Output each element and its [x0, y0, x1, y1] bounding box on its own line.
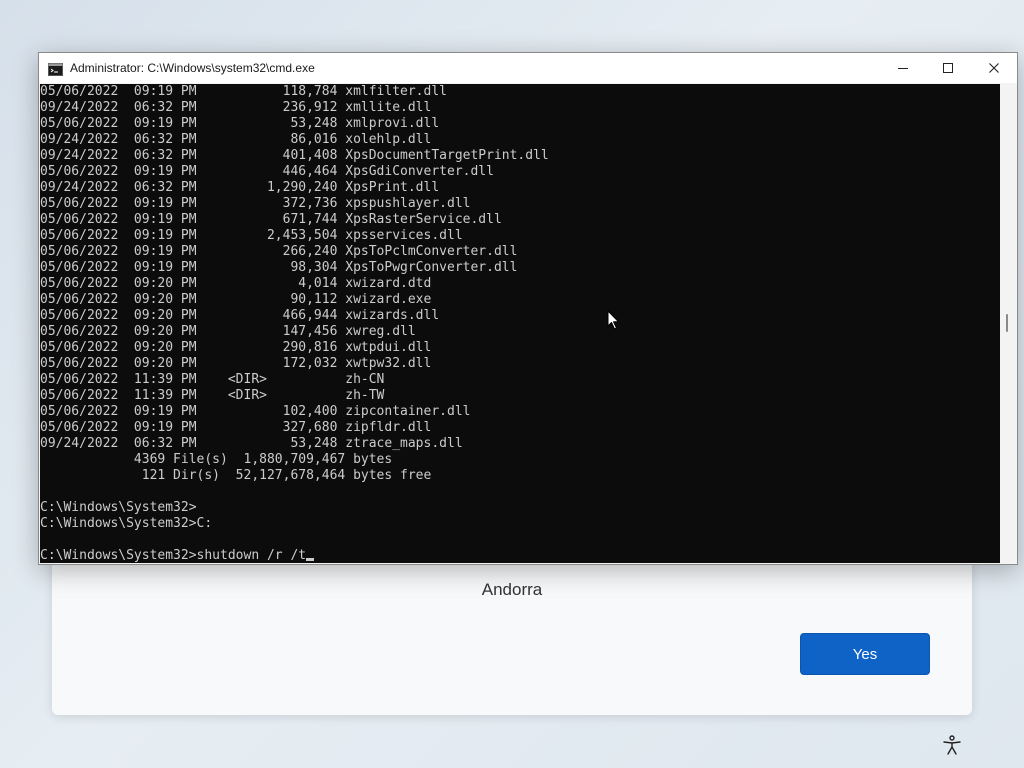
- text-cursor: [306, 558, 315, 561]
- close-icon: [988, 59, 1000, 78]
- console-line: 05/06/2022 09:19 PM 53,248 xmlprovi.dll: [40, 116, 440, 131]
- minimize-icon: [897, 59, 909, 78]
- console-output[interactable]: 05/06/2022 09:19 PM 118,784 xmlfilter.dl…: [40, 84, 1000, 563]
- maximize-button[interactable]: [925, 53, 971, 83]
- console-line: 09/24/2022 06:32 PM 1,290,240 XpsPrint.d…: [40, 180, 440, 195]
- console-line: 05/06/2022 09:20 PM 290,816 xwtpdui.dll: [40, 340, 432, 355]
- console-line: 05/06/2022 09:20 PM 90,112 xwizard.exe: [40, 292, 432, 307]
- window-title: Administrator: C:\Windows\system32\cmd.e…: [70, 61, 315, 75]
- console-line: 05/06/2022 09:20 PM 172,032 xwtpw32.dll: [40, 356, 432, 371]
- console-line: 05/06/2022 09:19 PM 372,736 xpspushlayer…: [40, 196, 471, 211]
- minimize-button[interactable]: [880, 53, 926, 83]
- console-line: 05/06/2022 09:19 PM 98,304 XpsToPwgrConv…: [40, 260, 518, 275]
- console-line: 09/24/2022 06:32 PM 86,016 xolehlp.dll: [40, 132, 432, 147]
- scrollbar-thumb[interactable]: [1006, 314, 1008, 332]
- console-line: 121 Dir(s) 52,127,678,464 bytes free: [40, 468, 432, 483]
- console-line: 05/06/2022 09:20 PM 4,014 xwizard.dtd: [40, 276, 432, 291]
- yes-button[interactable]: Yes: [800, 633, 930, 675]
- console-line: 05/06/2022 11:39 PM <DIR> zh-CN: [40, 372, 385, 387]
- console-line: 09/24/2022 06:32 PM 236,912 xmllite.dll: [40, 100, 432, 115]
- console-line: 05/06/2022 09:19 PM 266,240 XpsToPclmCon…: [40, 244, 518, 259]
- vertical-scrollbar[interactable]: [1001, 84, 1016, 563]
- mouse-pointer-icon: [607, 310, 621, 331]
- console-line: C:\Windows\System32>C:: [40, 516, 213, 531]
- console-line: 05/06/2022 09:19 PM 446,464 XpsGdiConver…: [40, 164, 494, 179]
- console-line: 05/06/2022 09:19 PM 102,400 zipcontainer…: [40, 404, 471, 419]
- console-line: 09/24/2022 06:32 PM 401,408 XpsDocumentT…: [40, 148, 549, 163]
- cmd-icon: [48, 61, 63, 76]
- console-line: 05/06/2022 09:19 PM 2,453,504 xpsservice…: [40, 228, 463, 243]
- cmd-window[interactable]: Administrator: C:\Windows\system32\cmd.e…: [38, 52, 1018, 565]
- accessibility-icon[interactable]: [941, 734, 963, 756]
- console-lines: 05/06/2022 09:19 PM 118,784 xmlfilter.dl…: [40, 84, 549, 563]
- console-line: 05/06/2022 11:39 PM <DIR> zh-TW: [40, 388, 385, 403]
- maximize-icon: [942, 59, 954, 78]
- close-button[interactable]: [971, 53, 1017, 83]
- console-line: 05/06/2022 09:20 PM 466,944 xwizards.dll: [40, 308, 440, 323]
- console-line: 4369 File(s) 1,880,709,467 bytes: [40, 452, 393, 467]
- setup-dialog: Andorra Yes: [52, 548, 972, 715]
- console-line: 05/06/2022 09:20 PM 147,456 xwreg.dll: [40, 324, 416, 339]
- title-bar[interactable]: Administrator: C:\Windows\system32\cmd.e…: [39, 53, 1017, 83]
- console-line: 05/06/2022 09:19 PM 118,784 xmlfilter.dl…: [40, 84, 447, 99]
- command-input[interactable]: C:\Windows\System32>shutdown /r /t: [40, 548, 306, 563]
- command-prompt-line[interactable]: C:\Windows\System32>shutdown /r /t: [40, 548, 549, 563]
- console-line: 09/24/2022 06:32 PM 53,248 ztrace_maps.d…: [40, 436, 463, 451]
- console-line: 05/06/2022 09:19 PM 671,744 XpsRasterSer…: [40, 212, 502, 227]
- region-name: Andorra: [481, 580, 543, 599]
- console-line: 05/06/2022 09:19 PM 327,680 zipfldr.dll: [40, 420, 432, 435]
- console-line: C:\Windows\System32>: [40, 500, 197, 515]
